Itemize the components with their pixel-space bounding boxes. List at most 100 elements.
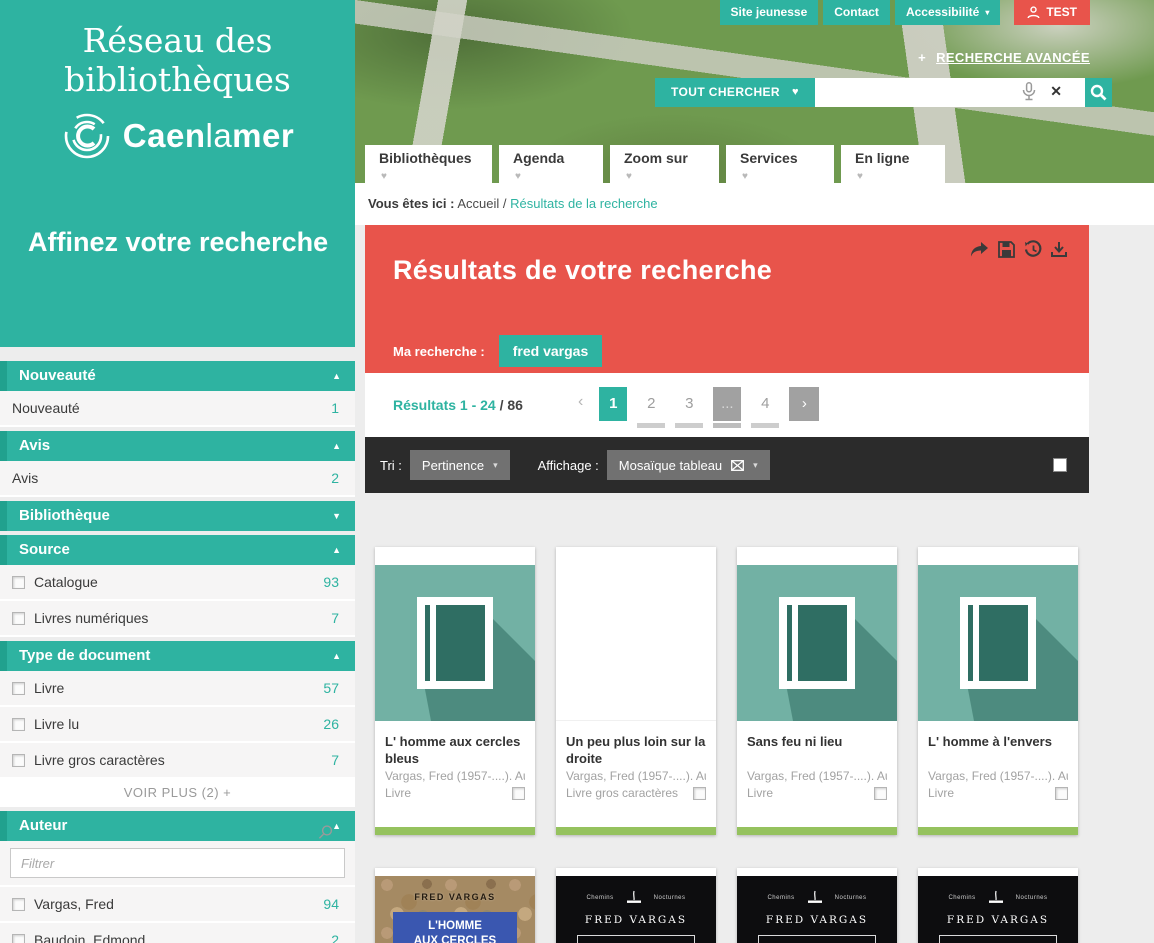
search-scope-dropdown[interactable]: TOUT CHERCHER ♥: [655, 78, 815, 107]
facet-header-bibliotheque[interactable]: Bibliothèque ▼: [0, 501, 355, 531]
display-dropdown[interactable]: Mosaïque tableau ▾: [607, 450, 770, 480]
facet-header-auteur[interactable]: Auteur ▲: [0, 811, 355, 841]
result-card[interactable]: Chemins Nocturnes Fred Vargas UN PEU PLU…: [737, 868, 897, 943]
book-cover: Chemins Nocturnes Fred Vargas L'HOMME A …: [556, 876, 716, 943]
facet-item-livres-numeriques[interactable]: Livres numériques 7: [0, 601, 355, 637]
search-term-chip[interactable]: fred vargas: [499, 335, 602, 367]
see-more-button[interactable]: VOIR PLUS (2) +: [0, 779, 355, 807]
facet-header-avis[interactable]: Avis ▲: [0, 431, 355, 461]
result-card[interactable]: Chemins Nocturnes Fred Vargas SANS FEU N…: [918, 868, 1078, 943]
book-title[interactable]: L' homme à l'envers: [928, 733, 1068, 767]
heart-dropdown-icon: ♥: [515, 171, 521, 182]
facet-item-livre-lu[interactable]: Livre lu 26: [0, 707, 355, 743]
select-item-checkbox[interactable]: [512, 787, 525, 800]
heart-dropdown-icon: ♥: [857, 171, 863, 182]
checkbox[interactable]: [12, 718, 25, 731]
blank-cover: [556, 565, 716, 721]
results-banner: Résultats de votre recherche: [365, 225, 1089, 373]
main-nav: Bibliothèques ♥ Agenda ♥ Zoom sur ♥ Serv…: [365, 145, 945, 183]
book-cover: Chemins Nocturnes Fred Vargas UN PEU PLU…: [737, 876, 897, 943]
header-photo: Site jeunesse Contact Accessibilité ▾ TE…: [355, 0, 1154, 183]
imprint-quill-icon: [619, 890, 649, 906]
voice-search-icon[interactable]: [1022, 82, 1036, 107]
clear-search-icon[interactable]: ✕: [1050, 83, 1062, 100]
sort-label: Tri :: [380, 458, 402, 473]
checkbox[interactable]: [12, 754, 25, 767]
user-icon: [1027, 6, 1040, 19]
search-submit-button[interactable]: [1085, 78, 1112, 107]
author-filter-input[interactable]: [10, 848, 345, 878]
book-placeholder-icon: [375, 565, 535, 721]
result-card[interactable]: Chemins Nocturnes Fred Vargas L'HOMME A …: [556, 868, 716, 943]
save-icon[interactable]: [998, 241, 1015, 258]
collapse-down-icon: ▼: [332, 501, 341, 531]
select-item-checkbox[interactable]: [874, 787, 887, 800]
tab-services[interactable]: Services ♥: [726, 145, 834, 183]
pagination: ‹ 1 2 3 ... 4 ›: [578, 387, 819, 428]
topbar-link-site-jeunesse[interactable]: Site jeunesse: [720, 0, 819, 25]
book-type: Livre: [747, 786, 773, 800]
book-title[interactable]: L' homme aux cercles bleus: [385, 733, 525, 767]
result-card[interactable]: Un peu plus loin sur la droite Vargas, F…: [556, 547, 716, 835]
result-card[interactable]: Sans feu ni lieu Vargas, Fred (1957-....…: [737, 547, 897, 835]
select-item-checkbox[interactable]: [693, 787, 706, 800]
facet-item-avis[interactable]: Avis 2: [0, 461, 355, 497]
checkbox[interactable]: [12, 934, 25, 943]
tab-agenda[interactable]: Agenda ♥: [499, 145, 603, 183]
caret-down-icon: ▾: [985, 0, 989, 25]
checkbox[interactable]: [12, 682, 25, 695]
heart-dropdown-icon: ♥: [792, 78, 799, 107]
search-bar: TOUT CHERCHER ♥ ✕: [655, 78, 1112, 107]
page-1[interactable]: 1: [599, 387, 627, 428]
tab-en-ligne[interactable]: En ligne ♥: [841, 145, 945, 183]
next-page-button[interactable]: ›: [789, 387, 819, 421]
download-icon[interactable]: [1051, 241, 1067, 258]
facet-header-type-document[interactable]: Type de document ▲: [0, 641, 355, 671]
book-title[interactable]: Un peu plus loin sur la droite: [566, 733, 706, 767]
book-title[interactable]: Sans feu ni lieu: [747, 733, 887, 767]
collapse-up-icon: ▲: [332, 811, 341, 841]
history-icon[interactable]: [1024, 241, 1042, 258]
facet-panel: Nouveauté ▲ Nouveauté 1 Avis ▲ Avis 2 Bi…: [0, 361, 355, 943]
result-card[interactable]: L' homme aux cercles bleus Vargas, Fred …: [375, 547, 535, 835]
results-count: Résultats 1 - 24 / 86: [393, 397, 523, 413]
search-input[interactable]: [815, 78, 1085, 107]
result-card[interactable]: L' homme à l'envers Vargas, Fred (1957-.…: [918, 547, 1078, 835]
page-2[interactable]: 2: [637, 387, 665, 428]
results-bar: Résultats 1 - 24 / 86 ‹ 1 2 3 ... 4 ›: [365, 373, 1089, 437]
facet-item-catalogue[interactable]: Catalogue 93: [0, 565, 355, 601]
caret-down-icon: ▾: [753, 460, 758, 471]
logo[interactable]: Réseau des bibliothèques Caenlamer: [0, 0, 355, 162]
topbar-link-contact[interactable]: Contact: [823, 0, 890, 25]
checkbox[interactable]: [12, 576, 25, 589]
tab-bibliotheques[interactable]: Bibliothèques ♥: [365, 145, 492, 183]
facet-header-nouveaute[interactable]: Nouveauté ▲: [0, 361, 355, 391]
checkbox[interactable]: [12, 898, 25, 911]
facet-item-vargas-fred[interactable]: Vargas, Fred 94: [0, 887, 355, 923]
topbar-link-accessibilite[interactable]: Accessibilité ▾: [895, 0, 1000, 25]
availability-bar: [375, 827, 535, 835]
result-card[interactable]: FRED VARGAS L'HOMME AUX CERCLES BLEUS: [375, 868, 535, 943]
book-placeholder-icon: [737, 565, 897, 721]
account-test-button[interactable]: TEST: [1014, 0, 1090, 25]
breadcrumb-home[interactable]: Accueil: [457, 196, 499, 211]
facet-item-livre[interactable]: Livre 57: [0, 671, 355, 707]
book-type: Livre: [928, 786, 954, 800]
breadcrumb-current: Résultats de la recherche: [510, 196, 657, 211]
advanced-search-link[interactable]: + RECHERCHE AVANCÉE: [918, 50, 1090, 65]
select-all-checkbox[interactable]: [1053, 458, 1067, 472]
facet-item-baudoin-edmond[interactable]: Baudoin, Edmond 2: [0, 923, 355, 943]
facet-header-source[interactable]: Source ▲: [0, 535, 355, 565]
sort-dropdown[interactable]: Pertinence ▾: [410, 450, 510, 480]
share-icon[interactable]: [970, 241, 989, 258]
book-cover: Chemins Nocturnes Fred Vargas SANS FEU N…: [918, 876, 1078, 943]
checkbox[interactable]: [12, 612, 25, 625]
facet-item-livre-gros-caracteres[interactable]: Livre gros caractères 7: [0, 743, 355, 779]
page-4[interactable]: 4: [751, 387, 779, 428]
facet-item-nouveaute[interactable]: Nouveauté 1: [0, 391, 355, 427]
prev-page-icon[interactable]: ‹: [578, 393, 583, 411]
tab-zoom-sur[interactable]: Zoom sur ♥: [610, 145, 719, 183]
page-3[interactable]: 3: [675, 387, 703, 428]
select-item-checkbox[interactable]: [1055, 787, 1068, 800]
collapse-up-icon: ▲: [332, 431, 341, 461]
